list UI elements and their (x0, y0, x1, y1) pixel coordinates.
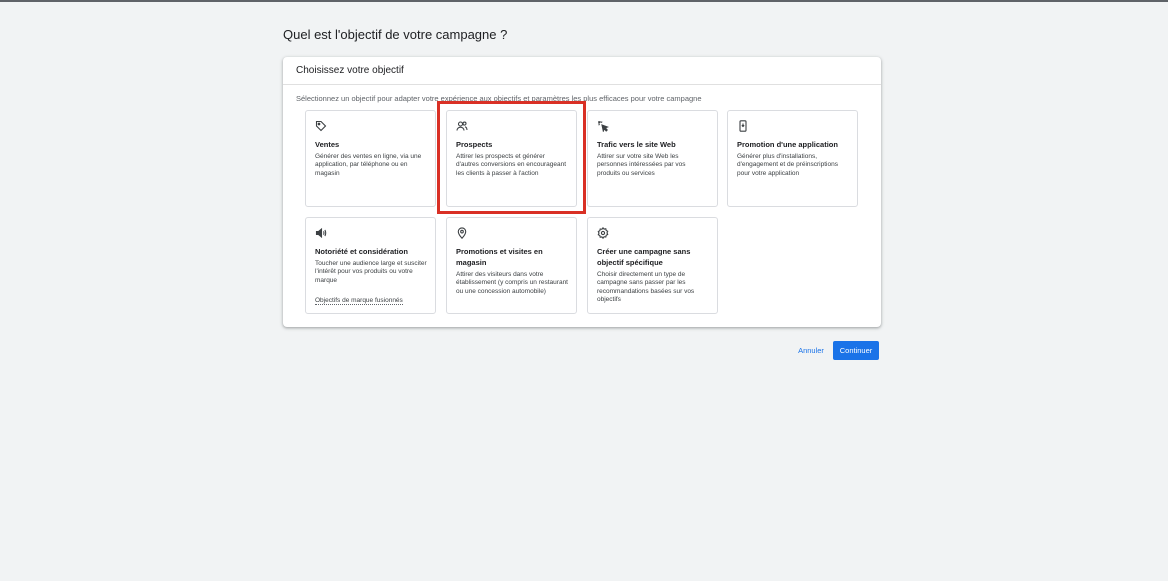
card-title: Prospects (456, 140, 493, 149)
objective-card-promotions-visites-magasin[interactable]: Promotions et visites en magasin Attirer… (446, 217, 577, 314)
people-icon (456, 120, 468, 132)
location-pin-icon (456, 227, 468, 239)
card-title: Promotion d'une application (737, 140, 838, 149)
objective-card-notoriete[interactable]: Notoriété et considération Toucher une a… (305, 217, 436, 314)
card-description: Attirer sur votre site Web les personnes… (597, 153, 686, 177)
card-title: Créer une campagne sans objectif spécifi… (597, 247, 691, 267)
card-description: Attirer les prospects et générer d'autre… (456, 153, 567, 177)
card-description: Générer plus d'installations, d'engageme… (737, 153, 838, 177)
page-title: Quel est l'objectif de votre campagne ? (283, 27, 508, 42)
card-description: Toucher une audience large et susciter l… (315, 260, 427, 284)
megaphone-icon (315, 227, 327, 239)
settings-gear-icon (597, 227, 609, 239)
panel-title: Choisissez votre objectif (296, 65, 404, 76)
continue-button[interactable]: Continuer (833, 341, 879, 360)
card-title: Promotions et visites en magasin (456, 247, 543, 267)
objective-card-ventes[interactable]: Ventes Générer des ventes en ligne, via … (305, 110, 436, 207)
tag-icon (315, 120, 327, 132)
panel-header: Choisissez votre objectif (283, 57, 881, 85)
cursor-click-icon (597, 120, 609, 132)
objective-card-sans-objectif[interactable]: Créer une campagne sans objectif spécifi… (587, 217, 718, 314)
card-description: Choisir directement un type de campagne … (597, 271, 695, 303)
card-description: Générer des ventes en ligne, via une app… (315, 153, 422, 177)
card-title: Trafic vers le site Web (597, 140, 676, 149)
brand-objectives-link[interactable]: Objectifs de marque fusionnés (315, 297, 403, 305)
card-description: Attirer des visiteurs dans votre établis… (456, 271, 568, 295)
objective-card-promotion-application[interactable]: Promotion d'une application Générer plus… (727, 110, 858, 207)
panel-subtitle: Sélectionnez un objectif pour adapter vo… (296, 94, 702, 103)
card-title: Notoriété et considération (315, 247, 408, 256)
cancel-button[interactable]: Annuler (792, 342, 830, 360)
top-divider (0, 0, 1168, 2)
phone-icon (737, 120, 749, 132)
objective-card-trafic-site-web[interactable]: Trafic vers le site Web Attirer sur votr… (587, 110, 718, 207)
card-title: Ventes (315, 140, 340, 149)
objective-card-prospects[interactable]: Prospects Attirer les prospects et génér… (446, 110, 577, 207)
